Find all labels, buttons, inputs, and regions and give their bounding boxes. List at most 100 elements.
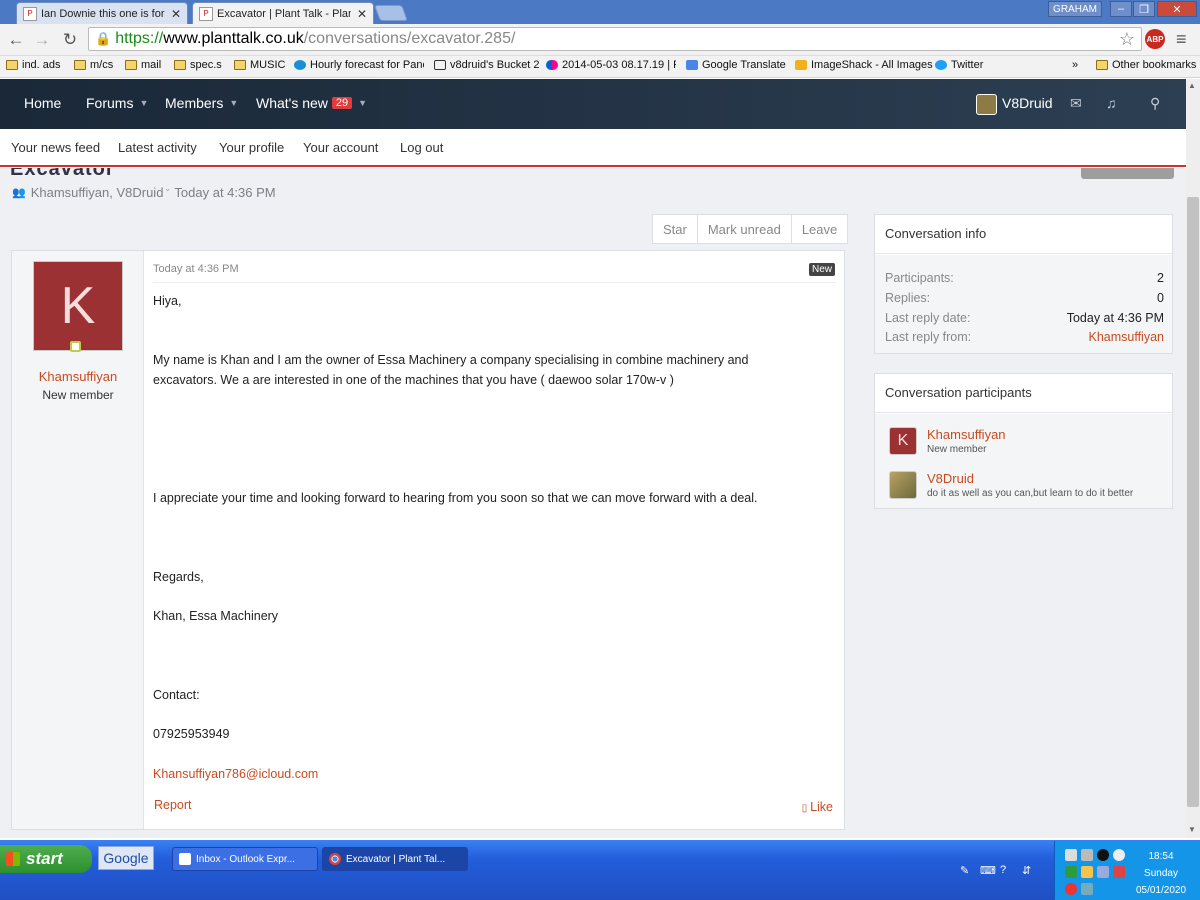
dropdown-icon[interactable]: ˘ [166, 188, 169, 198]
chevron-icon[interactable]: ⇵ [1022, 864, 1031, 877]
search-icon[interactable]: ⚲ [1150, 95, 1160, 112]
bookmark-flickr[interactable]: 2014-05-03 08.17.19 | F [546, 59, 676, 71]
participant-subtitle: do it as well as you can,but learn to do… [927, 488, 1134, 499]
google-toolbar-button[interactable]: Google [98, 846, 154, 870]
author-avatar[interactable]: K [33, 261, 123, 351]
subnav-log-out[interactable]: Log out [400, 140, 443, 155]
bookmark-bucket[interactable]: v8druid's Bucket 2 [434, 59, 540, 71]
tray-users-icon[interactable] [1081, 866, 1093, 878]
tray-network-icon[interactable] [1065, 849, 1077, 861]
profile-button[interactable]: GRAHAM [1048, 1, 1102, 17]
tray-update-icon[interactable] [1081, 883, 1093, 895]
conversation-actions: Star Mark unread Leave [652, 214, 849, 244]
subnav-your-profile[interactable]: Your profile [219, 140, 284, 155]
nav-home[interactable]: Home [24, 95, 61, 111]
task-outlook[interactable]: Inbox - Outlook Expr... [172, 847, 318, 871]
chevron-down-icon[interactable]: ▼ [139, 98, 148, 108]
start-button[interactable]: start [0, 845, 92, 873]
author-name-link[interactable]: Khamsuffiyan [12, 369, 144, 384]
leave-button[interactable]: Leave [792, 215, 847, 243]
other-bookmarks[interactable]: Other bookmarks [1096, 59, 1196, 71]
message-time[interactable]: Today at 4:36 PM [153, 263, 239, 275]
tray-alert-icon[interactable] [1065, 883, 1077, 895]
bookmark-mail[interactable]: mail [125, 59, 161, 71]
bookmark-music[interactable]: MUSIC [234, 59, 285, 71]
tab-excavator[interactable]: P Excavator | Plant Talk - Plant ✕ [192, 2, 374, 24]
back-icon[interactable]: ← [6, 30, 26, 50]
bookmark-ind-ads[interactable]: ind. ads [6, 59, 61, 71]
like-button[interactable]: ▯ Like [802, 800, 833, 814]
bookmark-twitter[interactable]: Twitter [935, 59, 983, 71]
menu-icon[interactable]: ≡ [1176, 29, 1187, 50]
minimize-icon[interactable]: – [1110, 1, 1132, 17]
maximize-icon[interactable]: ❐ [1133, 1, 1155, 17]
participant-avatar[interactable]: K [889, 427, 917, 455]
lock-icon: 🔒 [95, 31, 112, 46]
scroll-down-icon[interactable]: ▼ [1188, 825, 1196, 834]
pen-icon[interactable]: ✎ [960, 864, 969, 877]
tray-shield-icon[interactable] [1065, 866, 1077, 878]
keyboard-icon[interactable]: ⌨ [980, 864, 996, 877]
bookmark-yr[interactable]: Hourly forecast for Panc [294, 59, 424, 71]
more-bookmarks-button[interactable]: » [1072, 59, 1078, 71]
address-bar[interactable]: 🔒 https:// www.planttalk.co.uk /conversa… [88, 27, 1142, 51]
page-action-button[interactable] [1081, 168, 1174, 179]
info-body: Participants: 2 Replies: 0 Last reply date… [875, 255, 1172, 353]
adblock-icon[interactable]: ABP [1145, 29, 1165, 49]
chevron-down-icon[interactable]: ▼ [229, 98, 238, 108]
taskbar-clock[interactable]: 18:54 Sunday 05/01/2020 [1124, 848, 1198, 899]
subnav-latest-activity[interactable]: Latest activity [118, 140, 197, 155]
participant-avatar[interactable] [889, 471, 917, 499]
folder-icon [74, 60, 86, 70]
contact-email-link[interactable]: Khansuffiyan786@icloud.com [153, 764, 813, 784]
forward-icon[interactable]: → [32, 30, 52, 50]
nav-label: Members [165, 95, 224, 111]
page-scrollbar[interactable]: ▲ ▼ [1186, 79, 1200, 838]
info-row: Participants: 2 [885, 271, 1164, 285]
participant-name-link[interactable]: V8Druid [927, 471, 1133, 486]
message-paragraph: My name is Khan and I am the owner of Es… [153, 353, 749, 387]
close-icon[interactable]: ✕ [171, 7, 181, 21]
favicon-icon: P [199, 6, 213, 21]
scroll-up-icon[interactable]: ▲ [1188, 81, 1196, 90]
nav-members[interactable]: Members ▼ [165, 95, 238, 111]
nav-whats-new[interactable]: What's new 29 ▼ [256, 95, 367, 111]
message-paragraph: Hiya, [153, 294, 182, 308]
user-avatar[interactable] [976, 94, 997, 115]
task-chrome[interactable]: Excavator | Plant Tal... [322, 847, 468, 871]
star-button[interactable]: Star [653, 215, 698, 243]
flickr-icon [546, 60, 558, 70]
chevron-down-icon[interactable]: ▼ [358, 98, 367, 108]
user-name-link[interactable]: V8Druid [1002, 95, 1053, 111]
bookmarks-bar: ind. ads m/cs mail spec.s MUSIC Hourly f… [0, 56, 1200, 78]
tab-ian-downie[interactable]: P Ian Downie this one is for ✕ [16, 2, 188, 24]
conversation-info-block: Conversation info Participants: 2 Replies… [874, 214, 1173, 354]
tray-printer-icon[interactable] [1081, 849, 1093, 861]
envelope-icon[interactable]: ✉ [1070, 95, 1082, 112]
bell-icon[interactable]: ♫ [1106, 95, 1117, 111]
page-content: Excavator 👥 Khamsuffiyan, V8Druid ˘ Toda… [0, 168, 1186, 838]
subnav-your-account[interactable]: Your account [303, 140, 378, 155]
mark-unread-button[interactable]: Mark unread [698, 215, 792, 243]
tray-disc-icon[interactable] [1097, 849, 1109, 861]
bookmark-imageshack[interactable]: ImageShack - All Images [795, 59, 933, 71]
windows-logo-icon [6, 852, 20, 866]
bookmark-mcs[interactable]: m/cs [74, 59, 113, 71]
last-reply-from-link[interactable]: Khamsuffiyan [1088, 330, 1164, 344]
reload-icon[interactable]: ↻ [60, 30, 80, 50]
close-icon[interactable]: ✕ [357, 7, 367, 21]
bookmark-translate[interactable]: Google Translate [686, 59, 786, 71]
bookmark-label: m/cs [90, 59, 114, 71]
info-row: Last reply date: Today at 4:36 PM [885, 311, 1164, 325]
new-tab-button[interactable] [374, 5, 408, 21]
tray-wifi-icon[interactable] [1097, 866, 1109, 878]
bookmark-star-icon[interactable]: ☆ [1119, 29, 1135, 50]
nav-forums[interactable]: Forums ▼ [86, 95, 148, 111]
report-link[interactable]: Report [154, 798, 192, 812]
participant-name-link[interactable]: Khamsuffiyan [927, 427, 1006, 442]
bookmark-specs[interactable]: spec.s [174, 59, 222, 71]
scrollbar-thumb[interactable] [1187, 197, 1199, 807]
window-close-icon[interactable]: ✕ [1157, 1, 1197, 17]
subnav-news-feed[interactable]: Your news feed [11, 140, 100, 155]
help-icon[interactable]: ? [1000, 864, 1006, 876]
